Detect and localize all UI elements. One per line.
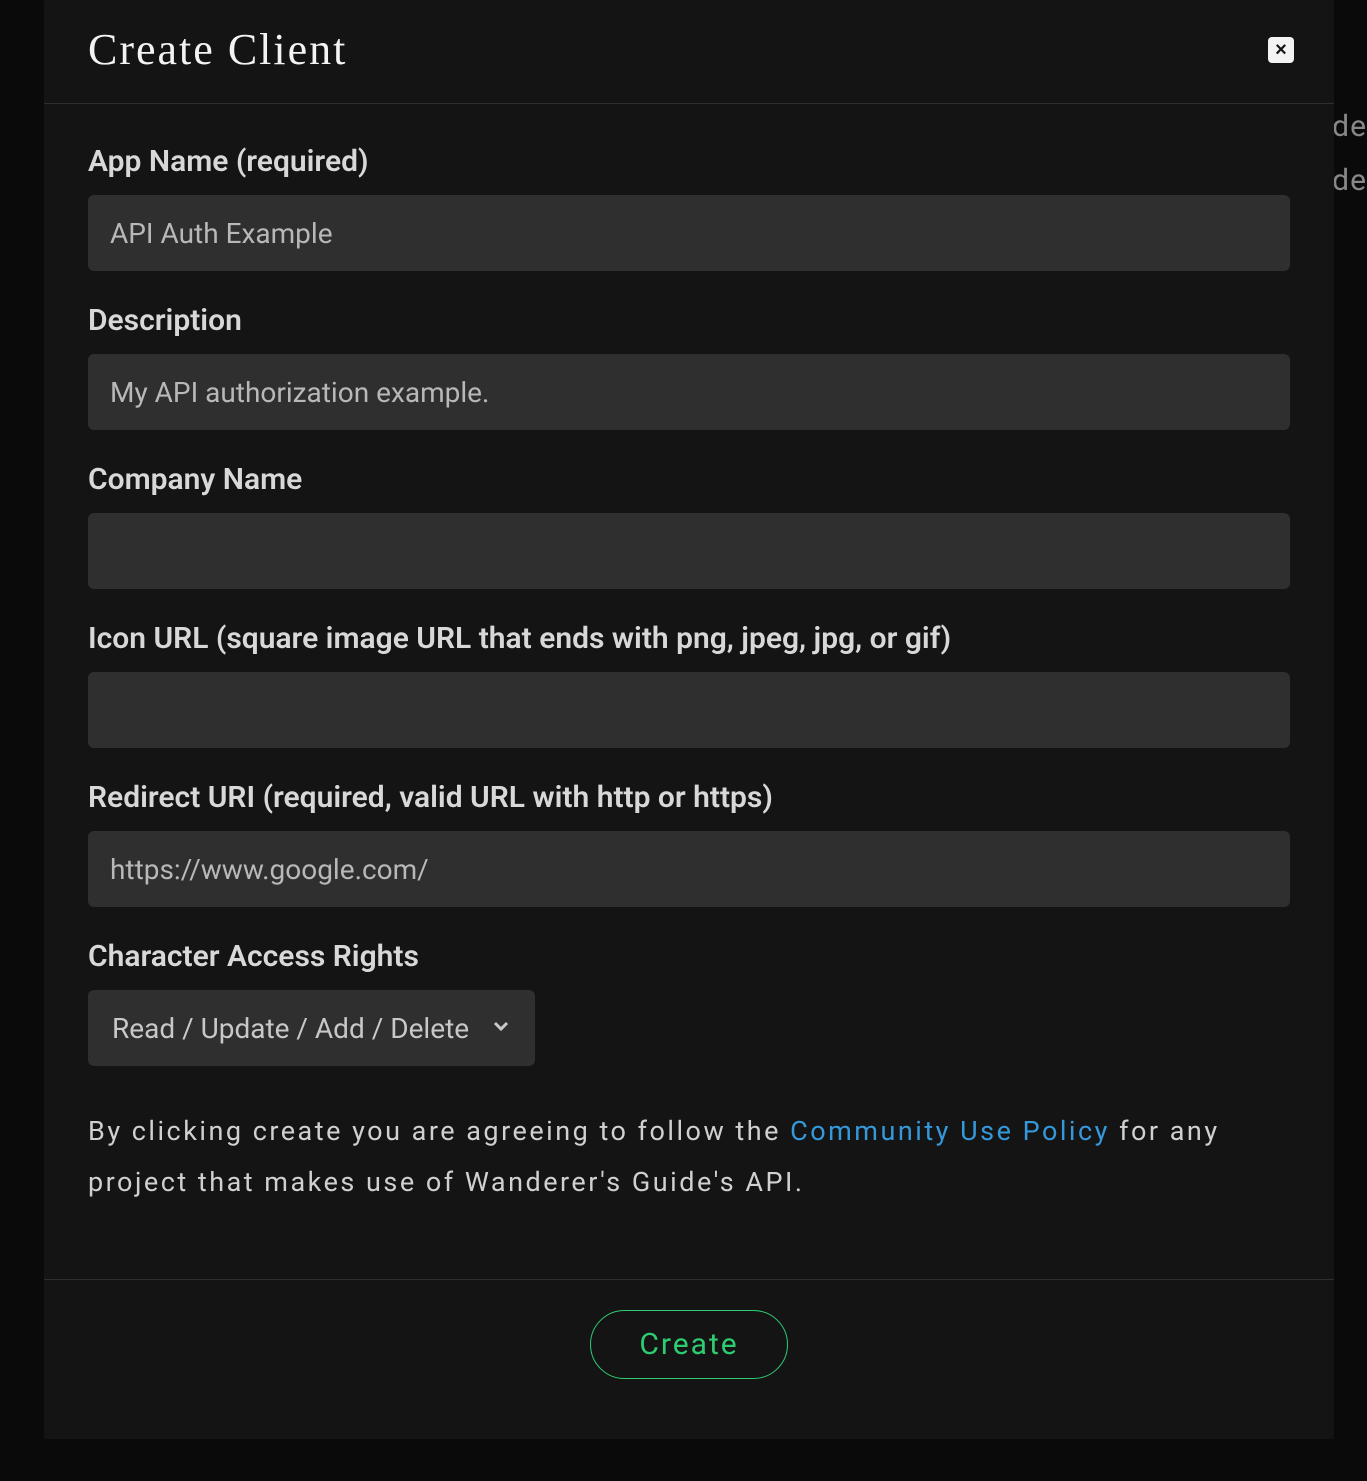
company-name-input[interactable] [88, 513, 1290, 589]
agreement-text: By clicking create you are agreeing to f… [88, 1106, 1290, 1209]
modal-header: Create Client × [44, 0, 1334, 104]
icon-url-label: Icon URL (square image URL that ends wit… [88, 621, 1290, 656]
field-redirect-uri: Redirect URI (required, valid URL with h… [88, 780, 1290, 907]
description-input[interactable] [88, 354, 1290, 430]
close-button[interactable]: × [1268, 37, 1294, 63]
modal-title: Create Client [88, 24, 347, 75]
field-app-name: App Name (required) [88, 144, 1290, 271]
icon-url-input[interactable] [88, 672, 1290, 748]
redirect-uri-label: Redirect URI (required, valid URL with h… [88, 780, 1290, 815]
agreement-prefix: By clicking create you are agreeing to f… [88, 1115, 790, 1147]
access-rights-select[interactable]: Read / Update / Add / Delete [88, 990, 535, 1066]
redirect-uri-input[interactable] [88, 831, 1290, 907]
access-rights-selected: Read / Update / Add / Delete [112, 1012, 469, 1045]
access-rights-select-wrap: Read / Update / Add / Delete [88, 990, 535, 1066]
community-use-policy-link[interactable]: Community Use Policy [790, 1115, 1110, 1147]
app-name-label: App Name (required) [88, 144, 1290, 179]
access-rights-label: Character Access Rights [88, 939, 1290, 974]
create-button[interactable]: Create [590, 1310, 787, 1379]
modal-body: App Name (required) Description Company … [44, 104, 1334, 1259]
field-icon-url: Icon URL (square image URL that ends wit… [88, 621, 1290, 748]
field-access-rights: Character Access Rights Read / Update / … [88, 939, 1290, 1066]
modal-footer: Create [44, 1279, 1334, 1439]
close-icon: × [1275, 40, 1287, 60]
field-description: Description [88, 303, 1290, 430]
create-client-modal: Create Client × App Name (required) Desc… [44, 0, 1334, 1439]
company-name-label: Company Name [88, 462, 1290, 497]
app-name-input[interactable] [88, 195, 1290, 271]
field-company-name: Company Name [88, 462, 1290, 589]
description-label: Description [88, 303, 1290, 338]
